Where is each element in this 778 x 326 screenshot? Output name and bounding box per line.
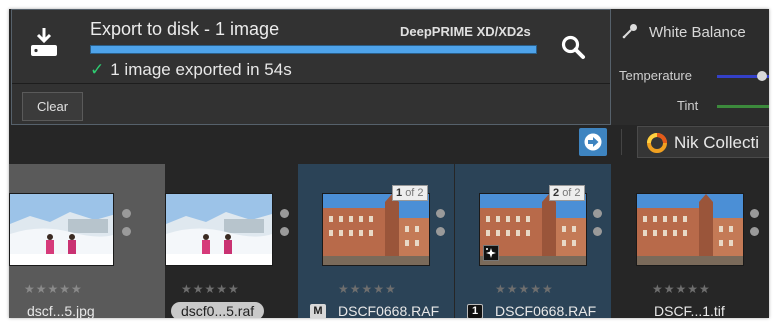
thumbnail-cell-selected[interactable]: 2 of 2 ★★★★★ 1 DSCF0668.RAF bbox=[455, 164, 611, 318]
divider bbox=[12, 83, 610, 84]
tint-label: Tint bbox=[677, 98, 699, 113]
star-rating[interactable]: ★★★★★ bbox=[181, 282, 240, 296]
thumbnail-cell-selected[interactable]: 1 of 2 ★★★★★ M DSCF0668.RAF bbox=[298, 164, 454, 318]
dxo-photolab-window: White Balance Temperature Tint Export to… bbox=[9, 9, 769, 318]
version-badge: 1 bbox=[467, 304, 483, 318]
toolbar-separator bbox=[621, 129, 622, 155]
temperature-slider-knob[interactable] bbox=[757, 71, 767, 81]
master-badge: M bbox=[310, 304, 326, 318]
export-progress-bar bbox=[90, 45, 537, 54]
label-dot bbox=[436, 209, 445, 218]
file-name: dscf...5.jpg bbox=[27, 303, 95, 318]
search-icon[interactable] bbox=[560, 34, 586, 60]
thumbnail-image[interactable] bbox=[9, 193, 114, 266]
thumbnail-cell[interactable]: ★★★★★ DSCF...1.tif bbox=[612, 164, 768, 318]
export-status-text: 1 image exported in 54s bbox=[110, 60, 292, 79]
file-name: DSCF0668.RAF bbox=[495, 303, 597, 318]
export-progress-popup: Export to disk - 1 image DeepPRIME XD/XD… bbox=[11, 9, 611, 125]
thumbnail-image[interactable] bbox=[165, 193, 273, 266]
tint-slider-track[interactable] bbox=[717, 105, 769, 108]
thumbnail-cell[interactable]: ★★★★★ dscf...5.jpg bbox=[9, 164, 165, 318]
corrections-applied-icon bbox=[483, 245, 499, 261]
label-dot bbox=[280, 209, 289, 218]
clear-button[interactable]: Clear bbox=[22, 92, 83, 121]
thumbnail-cell[interactable]: ★★★★★ dscf0...5.raf bbox=[159, 164, 315, 318]
label-dot bbox=[593, 227, 602, 236]
denoise-engine-label: DeepPRIME XD/XD2s bbox=[400, 24, 531, 39]
star-rating[interactable]: ★★★★★ bbox=[24, 282, 83, 296]
white-balance-palette: White Balance Temperature Tint bbox=[611, 9, 769, 125]
file-name: dscf0...5.raf bbox=[171, 302, 265, 318]
checkmark-icon: ✓ bbox=[90, 60, 105, 79]
star-rating[interactable]: ★★★★★ bbox=[495, 282, 554, 296]
export-arrow-button[interactable] bbox=[579, 128, 607, 156]
nik-collection-button[interactable]: Nik Collecti bbox=[637, 126, 769, 158]
label-dot bbox=[122, 209, 131, 218]
stack-page-badge: 2 of 2 bbox=[549, 185, 585, 201]
eyedropper-icon[interactable] bbox=[621, 22, 639, 40]
thumbnail-image[interactable] bbox=[636, 193, 744, 266]
export-arrow-icon bbox=[584, 133, 602, 151]
white-balance-title: White Balance bbox=[649, 24, 746, 41]
export-title: Export to disk - 1 image bbox=[90, 19, 280, 39]
nik-collection-logo-icon bbox=[647, 133, 667, 153]
thumbnail-image[interactable] bbox=[322, 193, 430, 266]
export-to-disk-icon bbox=[31, 28, 57, 56]
label-dot bbox=[750, 209, 759, 218]
temperature-label: Temperature bbox=[619, 68, 692, 83]
stack-page-badge: 1 of 2 bbox=[392, 185, 428, 201]
label-dot bbox=[750, 227, 759, 236]
label-dot bbox=[122, 227, 131, 236]
nik-collection-label: Nik Collecti bbox=[674, 133, 760, 152]
file-name: DSCF...1.tif bbox=[654, 303, 725, 318]
label-dot bbox=[593, 209, 602, 218]
star-rating[interactable]: ★★★★★ bbox=[338, 282, 397, 296]
file-name: DSCF0668.RAF bbox=[338, 303, 440, 318]
star-rating[interactable]: ★★★★★ bbox=[652, 282, 711, 296]
label-dot bbox=[436, 227, 445, 236]
label-dot bbox=[280, 227, 289, 236]
image-browser: ★★★★★ dscf...5.jpg ★★★★★ dscf0...5.raf 1… bbox=[9, 164, 769, 318]
export-status: ✓ 1 image exported in 54s bbox=[90, 60, 292, 80]
